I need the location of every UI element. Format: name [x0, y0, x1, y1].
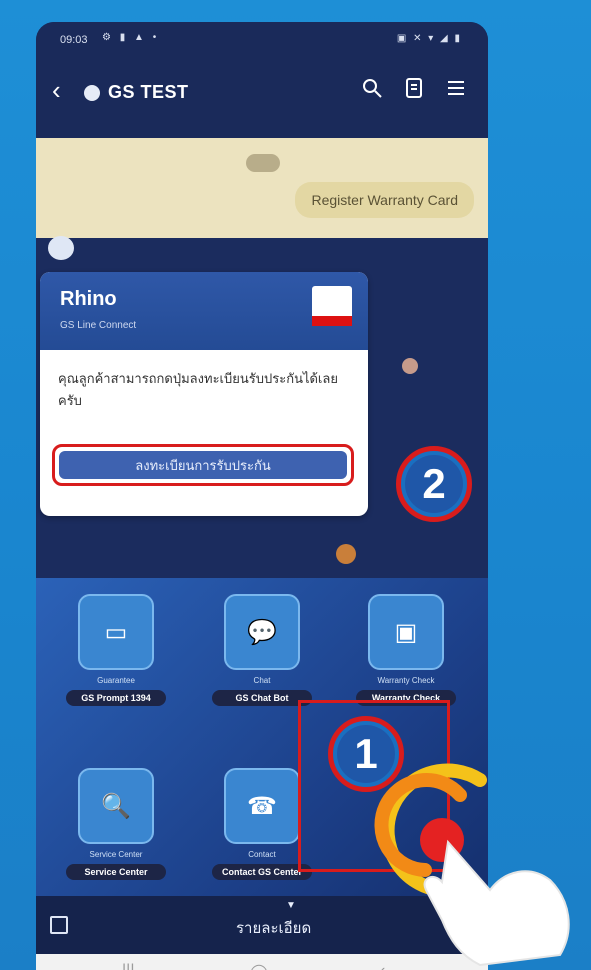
decor-planet-icon: [402, 358, 418, 374]
card-header: Rhino GS Line Connect: [40, 272, 368, 350]
status-bar: 09:03 ⚙ ▮ ▲ • ▣ ✕ ▾ ◢ ▮: [36, 22, 488, 58]
back-icon[interactable]: ‹: [52, 77, 61, 103]
chat-header: ‹ GS TEST: [36, 58, 488, 138]
menu-tile-service[interactable]: 🔍 Service Center Service Center: [54, 758, 178, 898]
bot-avatar: [48, 236, 74, 260]
menu-icon[interactable]: [444, 76, 468, 100]
menu-tile-caption: Chat: [253, 676, 271, 685]
step-2-number: 2: [405, 455, 463, 513]
menu-tile-caption: Service Center: [89, 850, 143, 859]
chat-bubbles-icon: 💬: [224, 594, 300, 670]
status-icons-right: ▣ ✕ ▾ ◢ ▮: [396, 33, 462, 44]
keyboard-icon[interactable]: [50, 916, 68, 934]
status-time: 09:03: [60, 34, 88, 46]
step-1-marker: 1: [328, 716, 404, 792]
decor-saturn-icon: [336, 544, 356, 564]
home-icon[interactable]: ◯: [250, 962, 268, 970]
menu-tile-guarantee[interactable]: ▭ Guarantee GS Prompt 1394: [54, 584, 178, 724]
caret-icon: ▼: [286, 900, 296, 911]
gs-card-icon: ▭: [78, 594, 154, 670]
menu-tile-caption: Guarantee: [97, 676, 135, 685]
step-2-marker: 2: [396, 446, 472, 522]
search-icon[interactable]: [360, 76, 384, 100]
phone-icon: ☎: [224, 768, 300, 844]
recent-apps-icon[interactable]: |||: [122, 962, 134, 970]
chat-history: Register Warranty Card: [36, 138, 488, 238]
menu-tile-caption: Warranty Check: [377, 676, 435, 685]
menu-tile-label: GS Chat Bot: [212, 690, 312, 706]
header-actions: [360, 76, 468, 100]
user-message-bubble: Register Warranty Card: [295, 182, 474, 218]
date-badge: [246, 154, 280, 172]
rhino-card: Rhino GS Line Connect คุณลูกค้าสามารถกดป…: [40, 272, 368, 516]
status-icons-left: ⚙ ▮ ▲ •: [102, 32, 160, 43]
card-brand: Rhino: [60, 288, 117, 310]
menu-tile-label: Contact GS Center: [212, 864, 312, 880]
card-subtitle: GS Line Connect: [60, 320, 137, 331]
menu-tile-label: GS Prompt 1394: [66, 690, 166, 706]
account-logo-icon: [84, 85, 100, 101]
menu-tile-label: Service Center: [66, 864, 166, 880]
gs-logo-icon: [312, 286, 352, 326]
step-1-number: 1: [337, 725, 395, 783]
rich-menu-label: รายละเอียด: [236, 920, 312, 937]
register-warranty-button[interactable]: ลงทะเบียนการรับประกัน: [59, 451, 347, 479]
magnifier-icon: 🔍: [78, 768, 154, 844]
chat-title: GS TEST: [108, 82, 189, 102]
register-warranty-button-highlight: ลงทะเบียนการรับประกัน: [52, 444, 354, 486]
notes-icon[interactable]: [402, 76, 426, 100]
warranty-card-icon: ▣: [368, 594, 444, 670]
